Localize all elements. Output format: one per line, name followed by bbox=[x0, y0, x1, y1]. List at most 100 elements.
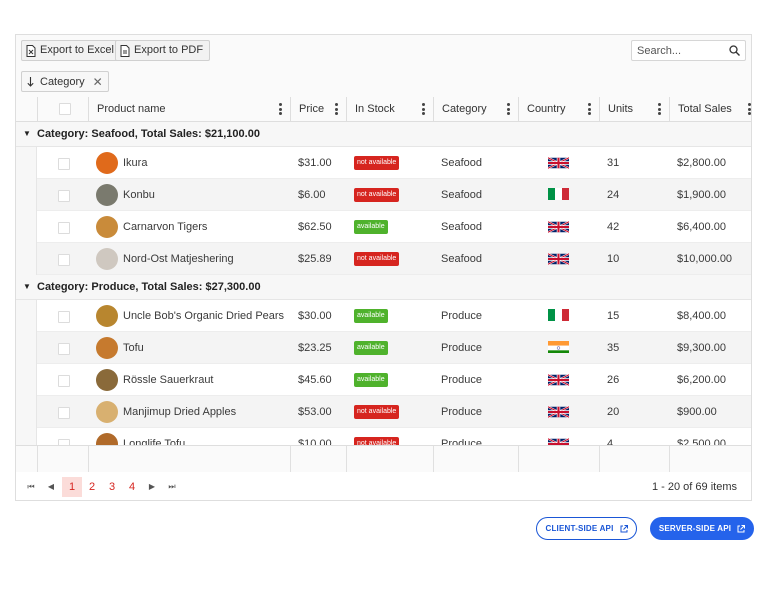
product-thumbnail bbox=[96, 305, 118, 327]
price: $10.00 bbox=[298, 438, 332, 445]
category: Seafood bbox=[441, 221, 482, 233]
export-pdf-button[interactable]: Export to PDF bbox=[115, 40, 211, 61]
row-checkbox[interactable] bbox=[58, 343, 70, 355]
column-menu-icon[interactable] bbox=[335, 103, 338, 115]
table-row[interactable]: Longlife Tofu $10.00 not available Produce 4… bbox=[16, 428, 751, 445]
units: 4 bbox=[607, 438, 614, 445]
last-page-icon[interactable]: ⏭ bbox=[164, 477, 180, 497]
table-row[interactable]: Nord-Ost Matjeshering $25.89 not available… bbox=[16, 243, 751, 275]
row-checkbox[interactable] bbox=[58, 254, 70, 266]
sort-down-arrow-icon bbox=[27, 76, 34, 87]
select-all-checkbox[interactable] bbox=[59, 103, 71, 115]
row-checkbox[interactable] bbox=[58, 311, 70, 323]
product-name: Uncle Bob's Organic Dried Pears bbox=[123, 310, 285, 322]
product-thumbnail bbox=[96, 337, 118, 359]
header-in-stock[interactable]: In Stock bbox=[346, 97, 433, 121]
header-label: Units bbox=[608, 103, 634, 115]
column-menu-icon[interactable] bbox=[507, 103, 510, 115]
next-page-icon[interactable]: ▶ bbox=[144, 477, 160, 497]
total-sales: $2,800.00 bbox=[677, 157, 726, 169]
group-chip-category[interactable]: Category ✕ bbox=[21, 71, 109, 92]
header-units[interactable]: Units bbox=[599, 97, 669, 121]
country-flag-it-icon bbox=[548, 188, 569, 200]
stock-badge: not available bbox=[354, 156, 400, 170]
column-menu-icon[interactable] bbox=[279, 103, 282, 115]
column-menu-icon[interactable] bbox=[422, 103, 425, 115]
column-menu-icon[interactable] bbox=[588, 103, 591, 115]
total-sales: $900.00 bbox=[677, 406, 717, 418]
row-checkbox[interactable] bbox=[58, 158, 70, 170]
header-country[interactable]: Country bbox=[518, 97, 599, 121]
table-row[interactable]: Uncle Bob's Organic Dried Pears $30.00 ava… bbox=[16, 300, 751, 332]
table-row[interactable]: Manjimup Dried Apples $53.00 not available… bbox=[16, 396, 751, 428]
group-panel: Category ✕ bbox=[16, 66, 751, 98]
group-chip-label: Category bbox=[40, 75, 85, 88]
header-label: Product name bbox=[97, 103, 166, 115]
prev-page-icon[interactable]: ◀ bbox=[43, 477, 59, 497]
grid-body: ▼ Category: Seafood, Total Sales: $21,10… bbox=[16, 122, 751, 445]
collapse-caret-icon[interactable]: ▼ bbox=[23, 275, 31, 299]
total-sales: $9,300.00 bbox=[677, 342, 726, 354]
select-all-header bbox=[37, 97, 88, 121]
row-checkbox[interactable] bbox=[58, 407, 70, 419]
total-sales: $10,000.00 bbox=[677, 253, 733, 265]
group-indent bbox=[16, 300, 37, 332]
product-thumbnail bbox=[96, 401, 118, 423]
category: Produce bbox=[441, 310, 482, 322]
client-side-api-button[interactable]: CLIENT-SIDE API bbox=[536, 517, 637, 540]
header-total-sales[interactable]: Total Sales bbox=[669, 97, 751, 121]
client-api-label: CLIENT-SIDE API bbox=[545, 524, 614, 533]
group-indent bbox=[16, 179, 37, 211]
remove-group-icon[interactable]: ✕ bbox=[93, 75, 103, 89]
header-product-name[interactable]: Product name bbox=[88, 97, 290, 121]
category: Produce bbox=[441, 374, 482, 386]
export-excel-button[interactable]: Export to Excel bbox=[21, 40, 121, 61]
page-3-button[interactable]: 3 bbox=[102, 477, 122, 497]
table-row[interactable]: Carnarvon Tigers $62.50 available Seafood 42… bbox=[16, 211, 751, 243]
stock-badge: available bbox=[354, 373, 388, 387]
row-checkbox[interactable] bbox=[58, 190, 70, 202]
category: Seafood bbox=[441, 253, 482, 265]
price: $45.60 bbox=[298, 374, 332, 386]
product-thumbnail bbox=[96, 184, 118, 206]
product-name: Manjimup Dried Apples bbox=[123, 406, 237, 418]
server-side-api-button[interactable]: SERVER-SIDE API bbox=[650, 517, 754, 540]
excel-file-icon bbox=[26, 44, 36, 57]
search-input[interactable] bbox=[632, 41, 725, 60]
search-box bbox=[631, 40, 746, 61]
header-label: Country bbox=[527, 103, 566, 115]
group-row-produce[interactable]: ▼ Category: Produce, Total Sales: $27,30… bbox=[16, 275, 751, 300]
units: 35 bbox=[607, 342, 620, 354]
page-2-button[interactable]: 2 bbox=[82, 477, 102, 497]
table-row[interactable]: Tofu $23.25 available Produce 35 $9,300.00 bbox=[16, 332, 751, 364]
country-flag-in-icon bbox=[548, 341, 569, 353]
column-menu-icon[interactable] bbox=[658, 103, 661, 115]
category: Produce bbox=[441, 342, 482, 354]
price: $23.25 bbox=[298, 342, 332, 354]
first-page-icon[interactable]: ⏮ bbox=[23, 477, 39, 497]
product-name: Longlife Tofu bbox=[123, 438, 186, 445]
row-checkbox[interactable] bbox=[58, 222, 70, 234]
collapse-caret-icon[interactable]: ▼ bbox=[23, 122, 31, 146]
header-price[interactable]: Price bbox=[290, 97, 346, 121]
product-name: Konbu bbox=[123, 189, 155, 201]
group-row-seafood[interactable]: ▼ Category: Seafood, Total Sales: $21,10… bbox=[16, 122, 751, 147]
table-row[interactable]: Konbu $6.00 not available Seafood 24 $1,900.0… bbox=[16, 179, 751, 211]
pager: ⏮ ◀ 1 2 3 4 ▶ ⏭ 1 - 20 of 69 items bbox=[16, 472, 751, 500]
stock-badge: not available bbox=[354, 405, 400, 419]
table-row[interactable]: Ikura $31.00 not available Seafood 31 $2,800.… bbox=[16, 147, 751, 179]
stock-badge: not available bbox=[354, 188, 400, 202]
external-link-icon bbox=[620, 524, 628, 532]
header-category[interactable]: Category bbox=[433, 97, 518, 121]
price: $31.00 bbox=[298, 157, 332, 169]
export-pdf-label: Export to PDF bbox=[134, 44, 204, 56]
search-icon[interactable] bbox=[729, 45, 740, 56]
table-row[interactable]: Rössle Sauerkraut $45.60 available Produce 2… bbox=[16, 364, 751, 396]
page-4-button[interactable]: 4 bbox=[122, 477, 142, 497]
column-menu-icon[interactable] bbox=[748, 103, 751, 115]
header-label: Category bbox=[442, 103, 487, 115]
category: Produce bbox=[441, 438, 482, 445]
total-sales: $6,400.00 bbox=[677, 221, 726, 233]
page-1-button[interactable]: 1 bbox=[62, 477, 82, 497]
row-checkbox[interactable] bbox=[58, 375, 70, 387]
